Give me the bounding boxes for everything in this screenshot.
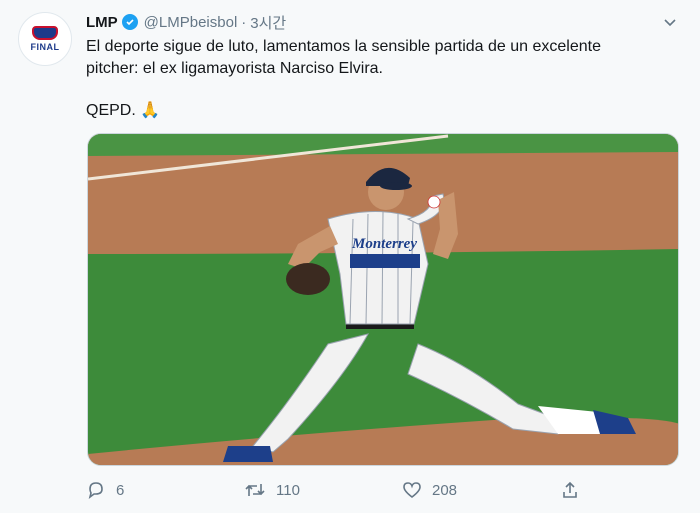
share-icon (563, 481, 577, 498)
tweet-text-line: QEPD. 🙏 (86, 102, 161, 119)
like-icon (403, 482, 421, 499)
tweet-card[interactable]: FINAL LMP @LMPbeisbol · 3시간 El deporte s… (0, 0, 700, 513)
caret-down-icon[interactable] (662, 14, 678, 30)
retweet-count: 110 (276, 481, 300, 499)
tweet-text: El deporte sigue de luto, lamentamos la … (86, 36, 676, 122)
tweet-photo[interactable]: Monterrey (87, 133, 679, 466)
avatar[interactable]: FINAL (18, 12, 72, 66)
like-button[interactable]: 208 (402, 480, 457, 500)
tweet-actions: 6 110 208 (86, 478, 586, 502)
user-handle[interactable]: @LMPbeisbol (144, 14, 238, 31)
reply-button[interactable]: 6 (86, 480, 124, 500)
jersey-text: Monterrey (351, 236, 417, 252)
tweet-timestamp[interactable]: 3시간 (250, 12, 286, 33)
display-name[interactable]: LMP (86, 14, 118, 31)
avatar-label: FINAL (30, 42, 60, 52)
tweet-header: LMP @LMPbeisbol · 3시간 (86, 12, 286, 32)
tweet-text-line: El deporte sigue de luto, lamentamos la … (86, 38, 601, 55)
reply-icon (88, 482, 103, 499)
separator: · (241, 13, 247, 31)
retweet-icon (245, 484, 265, 496)
like-count: 208 (432, 481, 458, 499)
pitcher-photo: Monterrey (88, 134, 678, 465)
lmp-logo-icon (32, 26, 58, 40)
verified-badge-icon (121, 14, 138, 30)
reply-count: 6 (116, 481, 125, 499)
retweet-button[interactable]: 110 (244, 480, 300, 500)
share-button[interactable] (560, 480, 590, 500)
tweet-text-line: pitcher: el ex ligamayorista Narciso Elv… (86, 60, 383, 77)
